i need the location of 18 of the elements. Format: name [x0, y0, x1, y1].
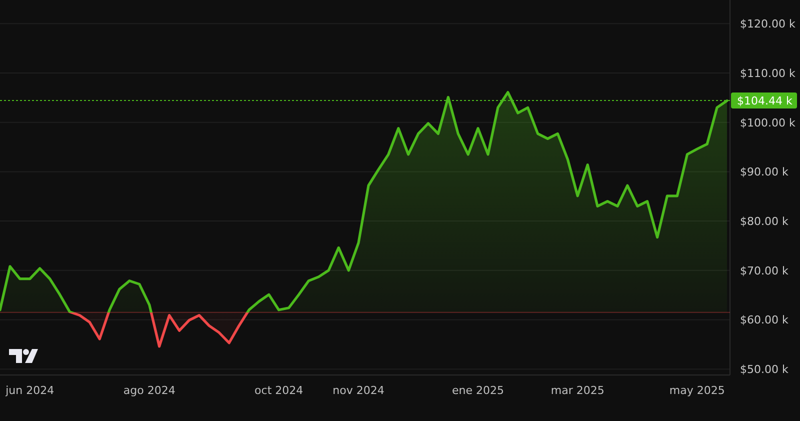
axis-label: oct 2024 [254, 384, 304, 397]
axis-label: ago 2024 [123, 384, 176, 397]
axis-label: $80.00 k [740, 215, 788, 228]
axis-label: mar 2025 [550, 384, 604, 397]
ref-line-label: $104.44 k [737, 94, 793, 108]
axis-label: may 2025 [669, 384, 725, 397]
logo-icon [9, 349, 38, 363]
axis-label: jun 2024 [6, 384, 54, 397]
axis-label: $110.00 k [740, 67, 796, 80]
axis-label: nov 2024 [332, 384, 384, 397]
axis-label: $70.00 k [740, 264, 788, 278]
axis-label: ene 2025 [452, 384, 504, 397]
axis-label: $60.00 k [740, 314, 788, 327]
last-price-tag: $104.44 k [731, 92, 797, 108]
axis-label: $50.00 k [740, 363, 788, 376]
axis-label: $120.00 k [740, 18, 796, 31]
axis-label: $100.00 k [740, 116, 796, 130]
axis-label: $90.00 k [740, 166, 788, 179]
